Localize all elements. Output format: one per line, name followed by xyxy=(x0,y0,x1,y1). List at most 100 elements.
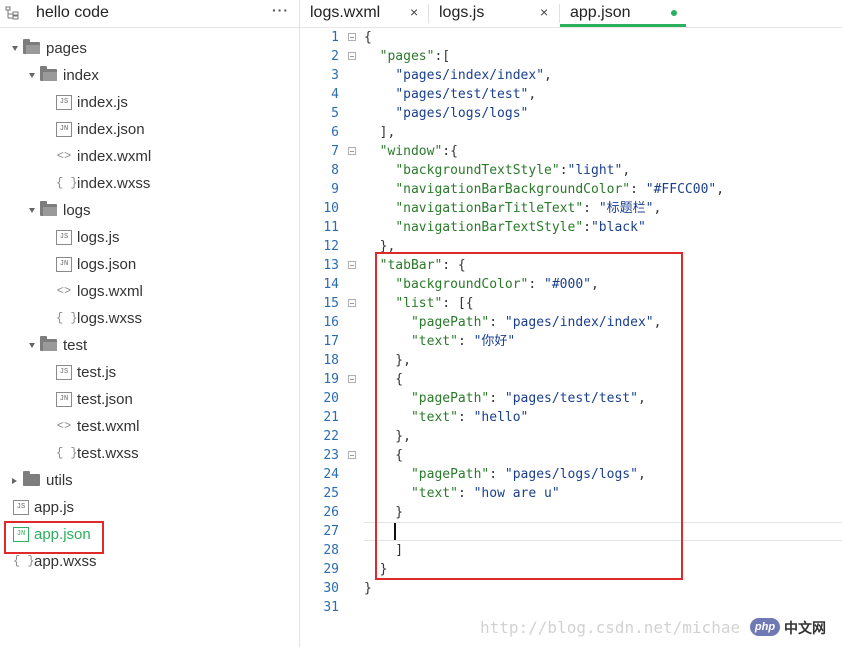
line-number: 27 xyxy=(323,524,339,539)
tree-item-label: logs xyxy=(63,202,91,219)
tab-app-json[interactable]: app.json xyxy=(560,0,686,27)
code-text: "window":{ xyxy=(364,142,458,161)
watermark-url: http://blog.csdn.net/michae xyxy=(480,618,741,637)
fold-toggle-icon[interactable] xyxy=(348,375,356,383)
code-line[interactable]: 30} xyxy=(300,579,842,598)
caret-down-icon[interactable] xyxy=(29,343,35,348)
php-logo: php xyxy=(750,618,780,636)
json-punctuation: , xyxy=(653,201,662,216)
folder-open-icon xyxy=(40,66,57,81)
tree-item-logs-json[interactable]: JN logs.json xyxy=(0,252,299,277)
tree-item-logs[interactable]: logs xyxy=(0,198,299,223)
code-text: "navigationBarTextStyle":"black" xyxy=(364,218,645,237)
tree-item-test[interactable]: test xyxy=(0,333,299,358)
file-explorer: hello code ··· pages index JS index.js JN ind… xyxy=(0,0,300,647)
json-punctuation xyxy=(364,144,380,159)
tree-item-label: index.js xyxy=(77,94,128,111)
wxml-file-icon: <> xyxy=(56,419,72,433)
tree-item-pages[interactable]: pages xyxy=(0,36,299,61)
json-punctuation: } xyxy=(364,581,372,596)
code-line[interactable]: 4 "pages/test/test", xyxy=(300,85,842,104)
fold-toggle-icon[interactable] xyxy=(348,261,356,269)
tree-item-label: index.json xyxy=(77,121,145,138)
code-text: { xyxy=(364,28,372,47)
code-line[interactable]: 7 "window":{ xyxy=(300,142,842,161)
fold-toggle-icon[interactable] xyxy=(348,299,356,307)
folder-icon xyxy=(23,471,40,486)
json-punctuation xyxy=(364,68,395,83)
tree-item-label: utils xyxy=(46,472,73,489)
tree-item-logs-js[interactable]: JS logs.js xyxy=(0,225,299,250)
tree-item-logs-wxss[interactable]: { } logs.wxss xyxy=(0,306,299,331)
tree-item-index[interactable]: index xyxy=(0,63,299,88)
js-file-icon: JS xyxy=(56,95,72,110)
code-line[interactable]: 6 ], xyxy=(300,123,842,142)
line-number: 2 xyxy=(331,49,339,64)
line-number: 19 xyxy=(323,372,339,387)
code-line[interactable]: 2 "pages":[ xyxy=(300,47,842,66)
line-number: 6 xyxy=(331,125,339,140)
tree-item-index-wxml[interactable]: <> index.wxml xyxy=(0,144,299,169)
json-string: "标题栏" xyxy=(598,201,654,216)
line-number: 13 xyxy=(323,258,339,273)
fold-toggle-icon[interactable] xyxy=(348,52,356,60)
line-number: 16 xyxy=(323,315,339,330)
code-line[interactable]: 11 "navigationBarTextStyle":"black" xyxy=(300,218,842,237)
json-string: "#FFCC00" xyxy=(645,182,717,197)
tree-item-utils[interactable]: utils xyxy=(0,468,299,493)
json-key: "backgroundTextStyle" xyxy=(395,163,560,178)
tree-item-index-json[interactable]: JN index.json xyxy=(0,117,299,142)
tree-item-label: logs.js xyxy=(77,229,120,246)
tree-item-logs-wxml[interactable]: <> logs.wxml xyxy=(0,279,299,304)
code-line[interactable]: 31 xyxy=(300,598,842,617)
code-line[interactable]: 9 "navigationBarBackgroundColor": "#FFCC… xyxy=(300,180,842,199)
wxss-file-icon: { } xyxy=(56,311,78,325)
tree-item-index-js[interactable]: JS index.js xyxy=(0,90,299,115)
json-punctuation xyxy=(364,49,380,64)
wxml-file-icon: <> xyxy=(56,284,72,298)
caret-down-icon[interactable] xyxy=(12,46,18,51)
fold-toggle-icon[interactable] xyxy=(348,147,356,155)
code-line[interactable]: 3 "pages/index/index", xyxy=(300,66,842,85)
line-number: 9 xyxy=(331,182,339,197)
file-tree-icon[interactable] xyxy=(5,6,19,20)
json-file-icon: JN xyxy=(56,122,72,137)
fold-toggle-icon[interactable] xyxy=(348,33,356,41)
tabbar-highlight-box xyxy=(375,252,683,580)
tree-item-test-json[interactable]: JN test.json xyxy=(0,387,299,412)
line-number: 11 xyxy=(323,220,339,235)
tree-item-test-wxss[interactable]: { } test.wxss xyxy=(0,441,299,466)
close-icon[interactable]: × xyxy=(410,0,418,25)
line-number: 21 xyxy=(323,410,339,425)
unsaved-dot-icon xyxy=(671,10,677,16)
tree-item-index-wxss[interactable]: { } index.wxss xyxy=(0,171,299,196)
code-line[interactable]: 8 "backgroundTextStyle":"light", xyxy=(300,161,842,180)
code-line[interactable]: 10 "navigationBarTitleText": "标题栏", xyxy=(300,199,842,218)
json-punctuation: { xyxy=(364,30,372,45)
json-punctuation: : xyxy=(630,182,646,197)
tab-logs-wxml[interactable]: logs.wxml × xyxy=(300,0,428,27)
line-number: 23 xyxy=(323,448,339,463)
tree-item-test-wxml[interactable]: <> test.wxml xyxy=(0,414,299,439)
tab-label: logs.wxml xyxy=(310,4,381,21)
tree-item-test-js[interactable]: JS test.js xyxy=(0,360,299,385)
code-line[interactable]: 1{ xyxy=(300,28,842,47)
json-punctuation: , xyxy=(716,182,725,197)
json-punctuation: :{ xyxy=(442,144,458,159)
caret-right-icon[interactable] xyxy=(12,478,17,484)
wxss-file-icon: { } xyxy=(56,446,78,460)
close-icon[interactable]: × xyxy=(540,0,548,25)
json-key: "window" xyxy=(379,144,443,159)
more-options-icon[interactable]: ··· xyxy=(272,2,292,20)
json-punctuation: : xyxy=(583,201,599,216)
caret-down-icon[interactable] xyxy=(29,208,35,213)
tab-logs-js[interactable]: logs.js × xyxy=(429,0,559,27)
caret-down-icon[interactable] xyxy=(29,73,35,78)
json-key: "navigationBarTextStyle" xyxy=(395,220,584,235)
code-line[interactable]: 5 "pages/logs/logs" xyxy=(300,104,842,123)
fold-toggle-icon[interactable] xyxy=(348,451,356,459)
line-number: 25 xyxy=(323,486,339,501)
tree-item-app-js[interactable]: JS app.js xyxy=(0,495,299,520)
json-string: "light" xyxy=(567,163,623,178)
tree-item-label: test.json xyxy=(77,391,133,408)
